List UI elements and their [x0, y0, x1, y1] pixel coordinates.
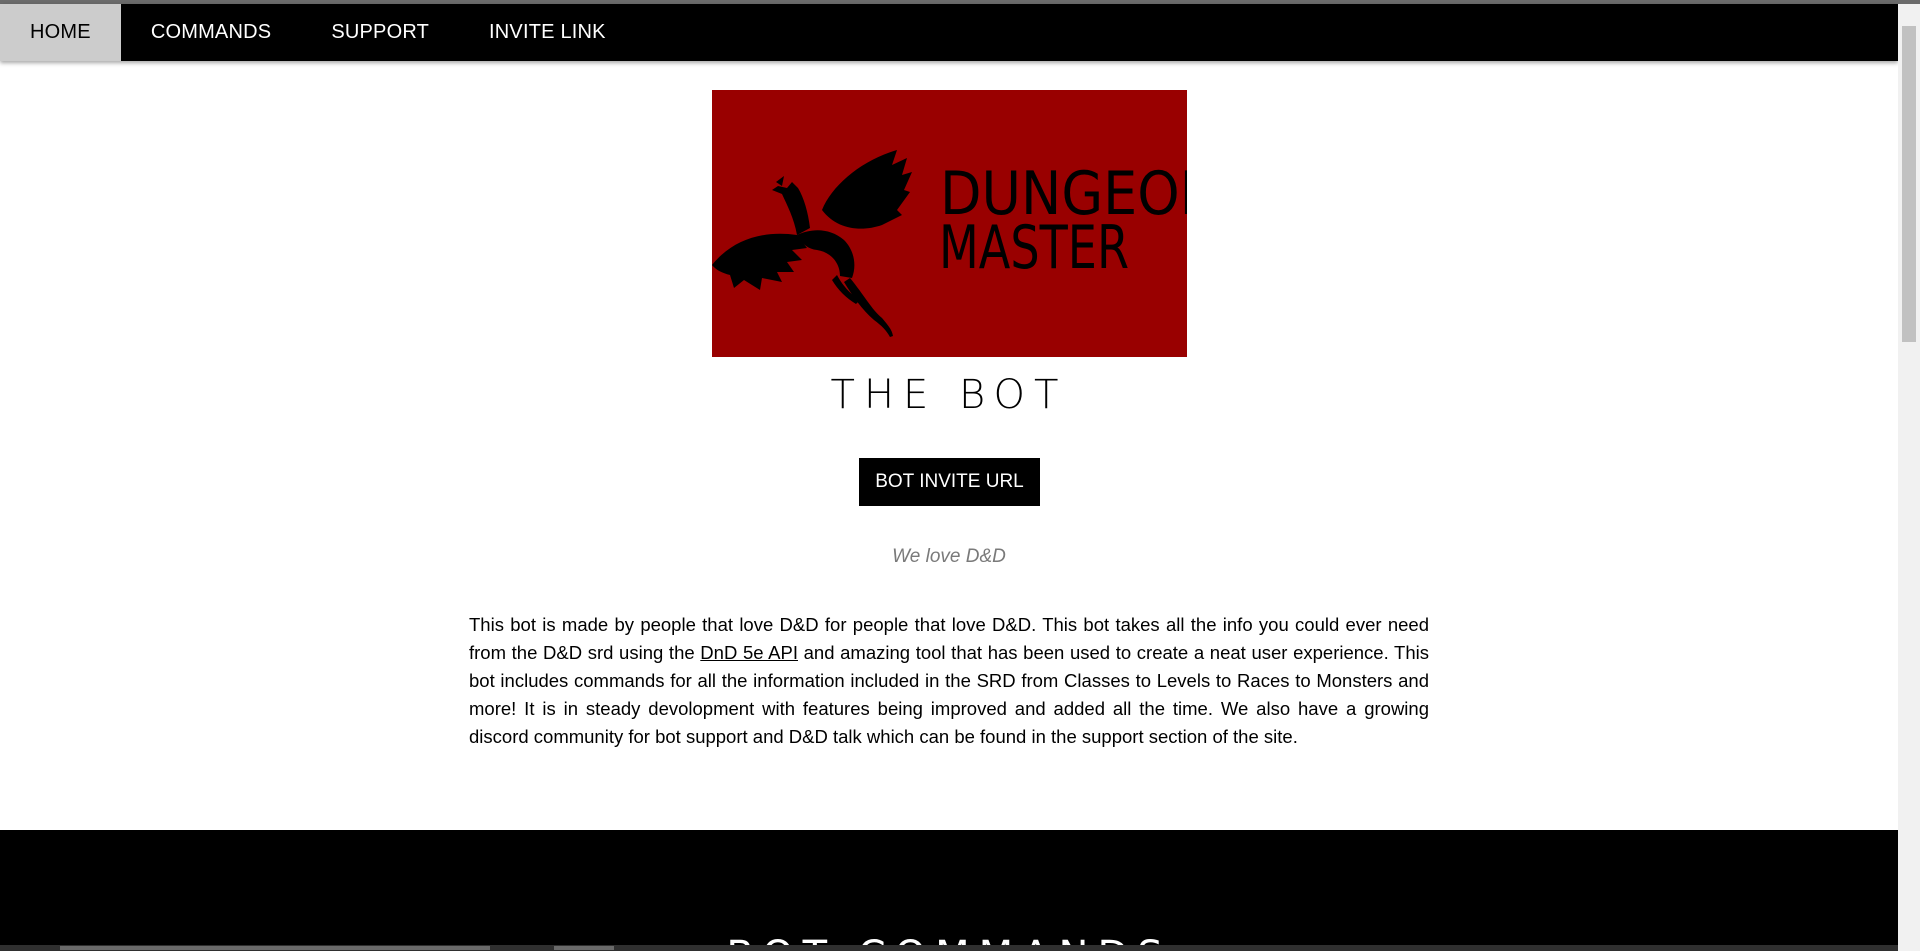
- dungeon-master-logo: DUNGEON MASTER: [712, 90, 1187, 357]
- dnd-api-link[interactable]: DnD 5e API: [700, 642, 798, 663]
- page-title: THE BOT: [830, 372, 1068, 418]
- nav-commands[interactable]: COMMANDS: [121, 4, 302, 61]
- tagline: We love D&D: [892, 546, 1006, 567]
- horizontal-scrollbar-segment: [554, 946, 614, 950]
- logo-text-line2: MASTER: [939, 213, 1129, 283]
- nav-invite-link[interactable]: INVITE LINK: [459, 4, 636, 61]
- vertical-scrollbar[interactable]: [1898, 4, 1920, 951]
- horizontal-scrollbar[interactable]: [0, 945, 1898, 951]
- nav-home[interactable]: HOME: [0, 4, 121, 61]
- top-navbar: HOME COMMANDS SUPPORT INVITE LINK: [0, 4, 1898, 61]
- dragon-icon: [712, 150, 912, 337]
- about-paragraph: This bot is made by people that love D&D…: [469, 611, 1429, 751]
- commands-section: BOT COMMANDS: [0, 830, 1898, 951]
- horizontal-scrollbar-thumb[interactable]: [60, 946, 490, 950]
- bot-invite-button[interactable]: BOT INVITE URL: [859, 458, 1040, 506]
- vertical-scrollbar-thumb[interactable]: [1902, 26, 1916, 342]
- nav-support[interactable]: SUPPORT: [301, 4, 459, 61]
